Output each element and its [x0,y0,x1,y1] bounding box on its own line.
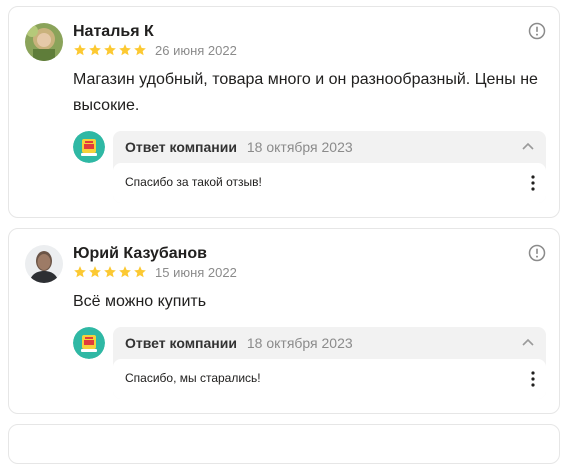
star-icon [104,44,116,56]
chevron-up-icon[interactable] [522,142,534,150]
reply-text: Спасибо, мы старались! [125,371,261,385]
star-icon [89,266,101,278]
reply-date: 18 октября 2023 [246,139,353,155]
review-author[interactable]: Юрий Казубанов [73,245,207,263]
review-card: Юрий Казубанов 15 июня 2022 Всё можно ку… [8,228,560,414]
reply-body: Спасибо за такой отзыв! [113,163,546,203]
star-icon [119,44,131,56]
avatar[interactable] [25,245,63,283]
review-author[interactable]: Наталья К [73,23,154,41]
review-date: 26 июня 2022 [155,43,237,58]
company-logo-icon [73,327,105,359]
info-icon[interactable] [528,244,546,262]
more-vertical-icon[interactable] [530,370,536,388]
review-date: 15 июня 2022 [155,265,237,280]
company-reply: Ответ компании 18 октября 2023 Спасибо, … [113,327,546,399]
reply-title: Ответ компании [125,335,237,351]
avatar[interactable] [25,23,63,61]
review-card [8,424,560,464]
review-text: Магазин удобный, товара много и он разно… [73,71,538,114]
review-text: Всё можно купить [73,293,207,310]
reply-text: Спасибо за такой отзыв! [125,175,262,189]
rating-stars [73,43,147,57]
rating-stars [73,265,147,279]
star-icon [134,44,146,56]
star-icon [104,266,116,278]
chevron-up-icon[interactable] [522,338,534,346]
company-reply: Ответ компании 18 октября 2023 Спасибо з… [113,131,546,203]
star-icon [134,266,146,278]
company-logo-icon [73,131,105,163]
more-vertical-icon[interactable] [530,174,536,192]
reply-date: 18 октября 2023 [246,335,353,351]
star-icon [89,44,101,56]
reply-title: Ответ компании [125,139,237,155]
star-icon [74,44,86,56]
reply-body: Спасибо, мы старались! [113,359,546,399]
info-icon[interactable] [528,22,546,40]
star-icon [74,266,86,278]
review-card: Наталья К 26 июня 2022 Магазин удобный, … [8,6,560,218]
star-icon [119,266,131,278]
